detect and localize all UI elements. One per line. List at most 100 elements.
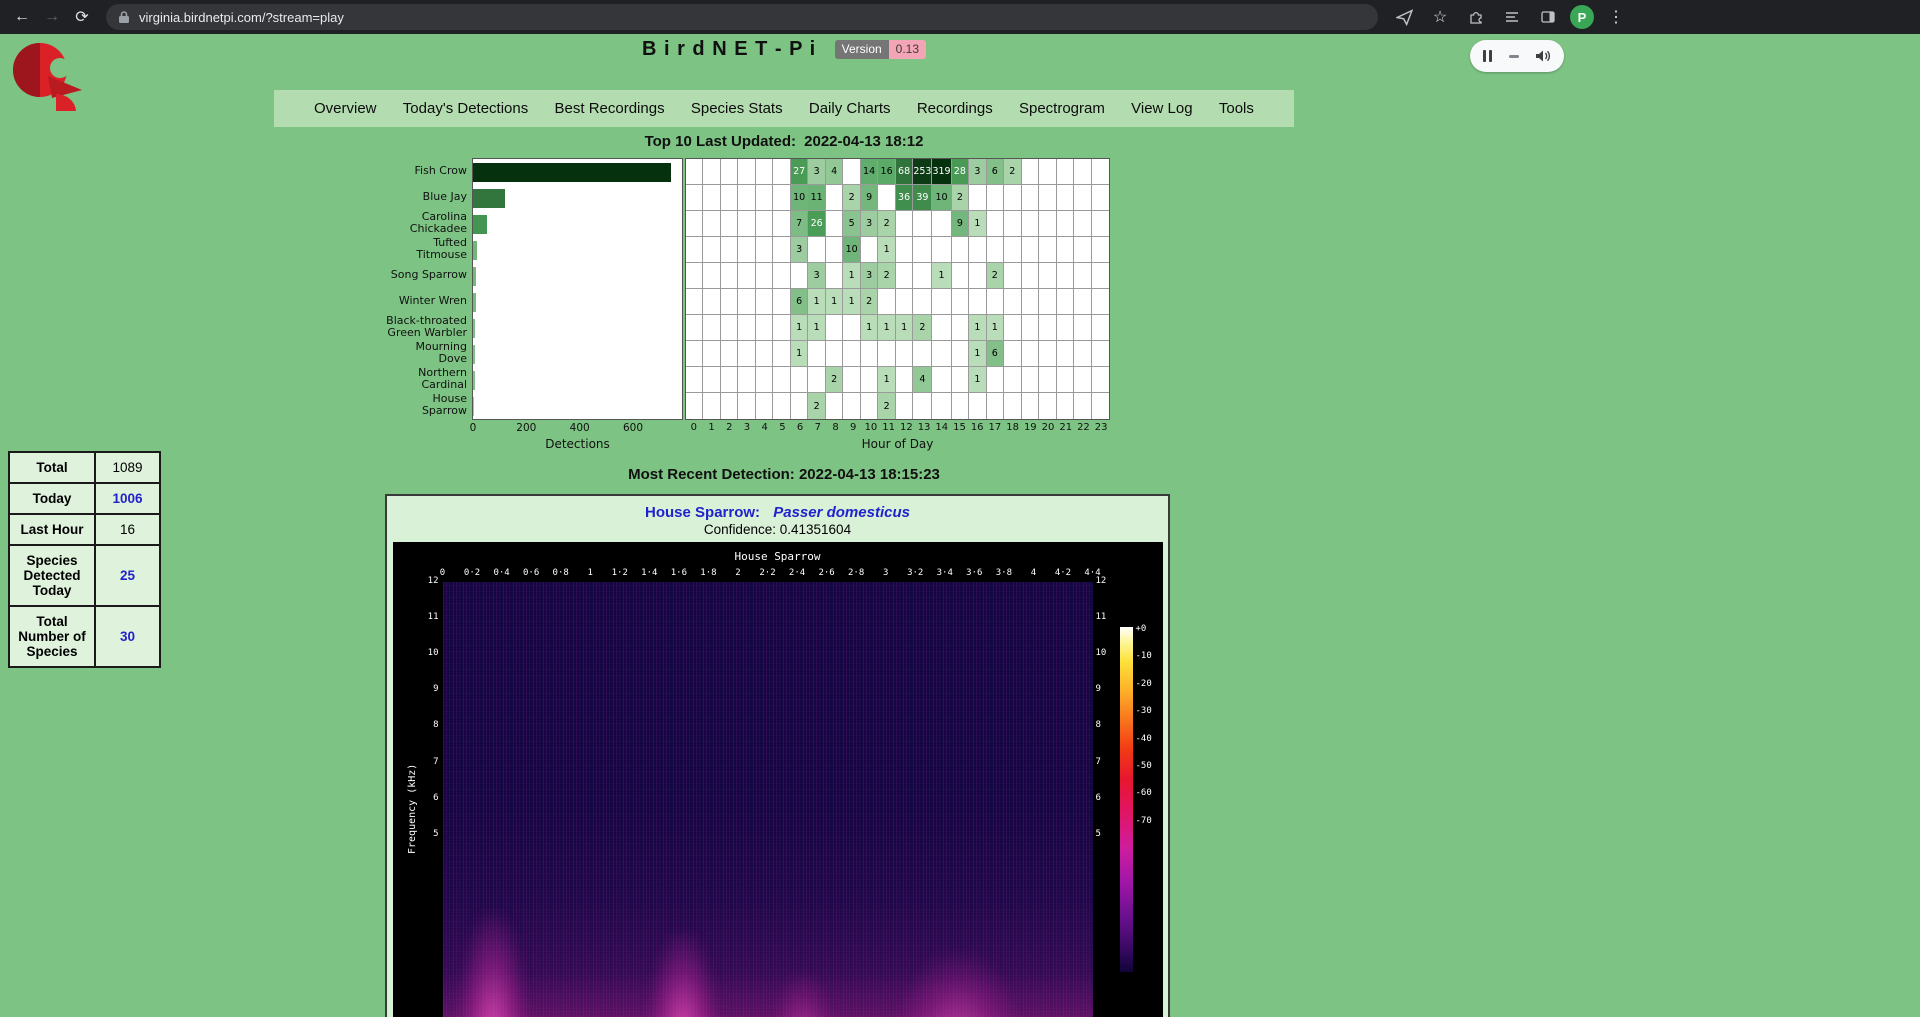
extensions-puzzle-icon[interactable] [1462,3,1490,31]
page-title: B i r d N E T - P i [642,38,816,60]
heatmap-cell [843,341,860,367]
heatmap-cell [1092,159,1109,185]
hour-axis-tick: 19 [1021,422,1039,435]
stat-label: Total [9,452,95,483]
heatmap-cell: 2 [808,393,825,419]
nav-item-tools[interactable]: Tools [1219,100,1254,117]
spec-freq-tick: 11 [1096,612,1118,622]
url-bar[interactable]: virginia.birdnetpi.com/?stream=play [106,4,1378,30]
spec-time-tick: 1 [588,568,593,578]
nav-item-spectrogram[interactable]: Spectrogram [1019,100,1105,117]
spec-time-tick: 3 [883,568,888,578]
forward-button[interactable]: → [38,3,66,31]
nav-item-today-s-detections[interactable]: Today's Detections [403,100,528,117]
heatmap-cell [878,341,896,367]
heatmap-cell: 39 [913,185,932,211]
heatmap-cell [843,159,860,185]
most-recent-label: Most Recent Detection: [628,466,795,483]
detections-bar [473,215,487,234]
heatmap-cell [861,237,878,263]
spec-time-tick: 1·8 [700,568,716,578]
heatmap-cell [756,341,773,367]
nav-item-daily-charts[interactable]: Daily Charts [809,100,891,117]
profile-avatar[interactable]: P [1570,5,1594,29]
hour-axis-tick: 15 [951,422,969,435]
hour-axis-tick: 4 [756,422,774,435]
bookmark-star-icon[interactable]: ☆ [1426,3,1454,31]
spec-db-tick: -70 [1136,816,1152,826]
heatmap-cell: 9 [952,211,969,237]
nav-item-best-recordings[interactable]: Best Recordings [555,100,665,117]
heatmap-cell: 1 [861,315,878,341]
reading-list-icon[interactable] [1498,3,1526,31]
heatmap-cell [1022,185,1039,211]
heatmap-cell [932,393,951,419]
heatmap-cell [686,289,703,315]
heatmap-cell [1057,315,1074,341]
heatmap-cell [703,289,720,315]
heatmap-cell [1004,315,1022,341]
spectrogram-energy-blob [773,972,833,1017]
heatmap-cell [826,315,843,341]
heatmap-cell [738,289,755,315]
heatmap-cell: 1 [826,289,843,315]
stat-value[interactable]: 1006 [95,483,160,514]
heatmap-cell [1022,263,1039,289]
hour-axis-tick: 5 [774,422,792,435]
nav-item-species-stats[interactable]: Species Stats [691,100,783,117]
heatmap-cell [686,367,703,393]
nav-item-recordings[interactable]: Recordings [917,100,993,117]
heatmap-cell [721,289,738,315]
heatmap-cell [773,367,791,393]
heatmap-cell: 2 [1004,159,1022,185]
hour-axis-tick: 16 [968,422,986,435]
nav-item-view-log[interactable]: View Log [1131,100,1192,117]
heatmap-cell [932,237,951,263]
heatmap-cell [791,393,808,419]
heatmap-cell [913,393,932,419]
heatmap-cell [703,341,720,367]
spec-freq-tick: 9 [417,684,439,694]
hour-axis-tick: 8 [827,422,845,435]
nav-item-overview[interactable]: Overview [314,100,377,117]
most-recent-detection: Most Recent Detection: 2022-04-13 18:15:… [0,466,1568,483]
heatmap-cell [932,367,951,393]
heatmap-cell [1022,289,1039,315]
share-icon[interactable] [1390,3,1418,31]
heatmap-cell [878,185,896,211]
heatmap-cell [969,185,986,211]
detection-common-name[interactable]: House Sparrow: [645,504,760,521]
heatmap-cell [861,367,878,393]
spec-time-tick: 4·2 [1055,568,1071,578]
hour-axis-tick: 14 [933,422,951,435]
reload-button[interactable]: ⟳ [68,3,96,31]
hour-axis-tick: 0 [685,422,703,435]
spec-time-tick: 0·4 [493,568,509,578]
menu-dots-icon[interactable]: ⋮ [1602,3,1630,31]
heatmap-cell: 6 [987,341,1004,367]
heatmap-cell [1074,211,1091,237]
heatmap-cell: 3 [861,211,878,237]
stat-label: Total Number of Species [9,606,95,667]
heatmap-cell [1092,367,1109,393]
heatmap-cell [1057,159,1074,185]
stat-value[interactable]: 30 [95,606,160,667]
browser-actions: ☆ P ⋮ [1390,3,1630,31]
heatmap-cell: 1 [969,211,986,237]
stat-value[interactable]: 25 [95,545,160,606]
heatmap-cell [896,393,913,419]
stats-row: Total Number of Species30 [9,606,160,667]
heatmap-cell: 1 [987,315,1004,341]
heatmap-cell [738,341,755,367]
heatmap-cell [1092,341,1109,367]
back-button[interactable]: ← [8,3,36,31]
heatmap-cell [1022,211,1039,237]
lock-icon [118,10,130,24]
top10-heading-label: Top 10 Last Updated: [645,133,796,150]
heatmap-cell [738,263,755,289]
stats-row: Today1006 [9,483,160,514]
heatmap-cell: 10 [932,185,951,211]
spec-freq-tick: 8 [417,720,439,730]
side-panel-icon[interactable] [1534,3,1562,31]
heatmap-cell [1004,289,1022,315]
